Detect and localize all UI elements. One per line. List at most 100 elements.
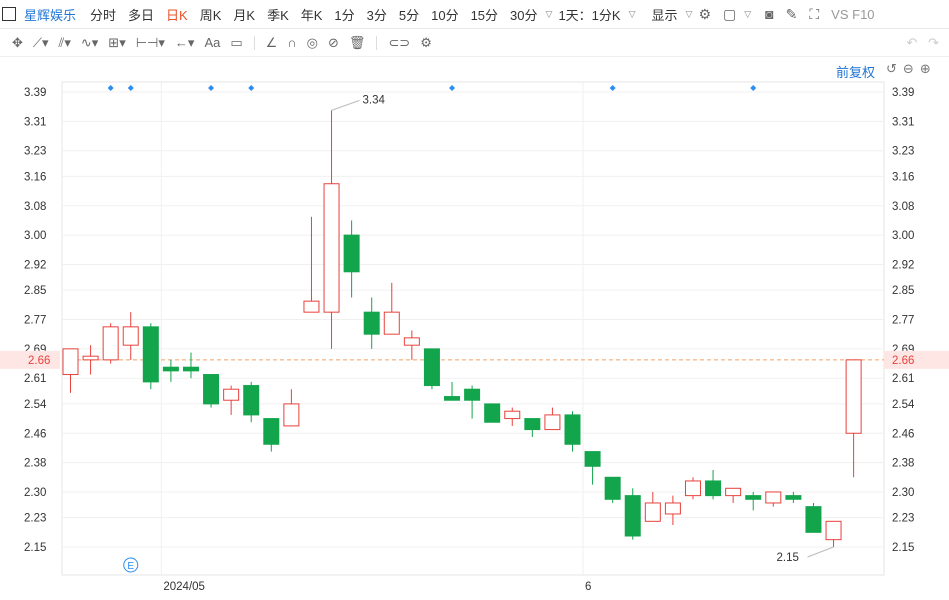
event-marker[interactable] [127, 85, 134, 91]
wave-tool-icon[interactable]: ∿▾ [76, 35, 103, 51]
move-icon[interactable]: ✥ [0, 35, 28, 51]
reset-icon[interactable]: ↺ [886, 61, 897, 77]
candle-body[interactable] [263, 418, 280, 445]
candle-body[interactable] [403, 337, 420, 346]
link-icon[interactable]: ⊂⊃ [383, 35, 415, 51]
line-tool-icon[interactable]: ⟋▾ [28, 35, 54, 51]
settings-icon[interactable]: ⚙ [415, 35, 437, 51]
period-tab[interactable]: 1分 [328, 5, 360, 24]
channel-tool-icon[interactable]: ⫽▾ [54, 35, 76, 51]
settings-gear-icon[interactable]: ⚙ [692, 6, 717, 23]
period-tab[interactable]: 多日 [122, 5, 160, 24]
candle-body[interactable] [464, 388, 481, 401]
period-tab[interactable]: 15分 [465, 5, 504, 24]
zoom-in-icon[interactable]: ⊕ [920, 61, 931, 77]
candle-body[interactable] [705, 480, 722, 497]
candle-body[interactable] [62, 348, 79, 376]
candle-body[interactable] [484, 403, 501, 423]
event-marker[interactable] [449, 85, 456, 91]
text-tool[interactable]: Aa [199, 35, 225, 50]
chevron-down-icon[interactable]: ▽ [744, 9, 751, 20]
candle-body[interactable] [544, 414, 561, 431]
period-tab[interactable]: 年K [295, 5, 329, 24]
period-tab[interactable]: 10分 [425, 5, 464, 24]
window-icon[interactable]: ▢ [717, 6, 742, 23]
candle-body[interactable] [805, 506, 822, 533]
candle-body[interactable] [423, 348, 440, 387]
candle-body[interactable] [725, 487, 742, 497]
candle-body[interactable] [223, 388, 240, 401]
candle-body[interactable] [644, 502, 661, 522]
trash-icon[interactable]: 🗑 [344, 35, 371, 51]
candle-body[interactable] [504, 410, 521, 420]
period-tab[interactable]: 分时 [84, 5, 122, 24]
candle-body[interactable] [383, 311, 400, 335]
candle-body[interactable] [343, 234, 360, 273]
candle-body[interactable] [182, 366, 199, 372]
candle-body[interactable] [203, 374, 220, 405]
candle-body[interactable] [323, 183, 340, 313]
candle-body[interactable] [825, 520, 842, 541]
candle-body[interactable] [604, 476, 621, 500]
chevron-down-icon[interactable]: ▽ [686, 9, 693, 20]
y-tick-label-right: 2.85 [892, 285, 914, 297]
eye-icon[interactable]: ◎ [302, 35, 323, 51]
candle-body[interactable] [243, 385, 260, 416]
period-tab[interactable]: 月K [227, 5, 261, 24]
period-tab[interactable]: 季K [261, 5, 295, 24]
candle-body[interactable] [564, 414, 581, 445]
candle-body[interactable] [845, 359, 862, 434]
comment-icon[interactable]: ▭ [225, 35, 247, 51]
candle-body[interactable] [363, 311, 380, 335]
candlestick-chart[interactable]: 3.39 3.39 3.31 3.31 3.23 3.23 3.16 3.16 3.08 3.08… [0, 78, 949, 600]
candle-body[interactable] [283, 403, 300, 427]
candle-body[interactable] [122, 326, 139, 346]
chevron-down-icon[interactable]: ▽ [629, 9, 636, 20]
period-tab[interactable]: 周K [194, 5, 228, 24]
candle-body[interactable] [82, 355, 99, 361]
y-tick-label-left: 2.38 [24, 458, 46, 470]
y-tick-label-right: 2.30 [892, 487, 914, 499]
candle-body[interactable] [745, 495, 762, 500]
fib-tool-icon[interactable]: ⊞▾ [103, 35, 130, 51]
event-marker[interactable] [107, 85, 114, 91]
camera-icon[interactable]: ◙ [759, 6, 779, 22]
panel-toggle-icon[interactable] [2, 7, 16, 21]
stock-name[interactable]: 星辉娱乐 [20, 5, 84, 24]
period-tab[interactable]: 3分 [361, 5, 393, 24]
candle-body[interactable] [162, 366, 179, 372]
display-select[interactable]: 显示 [646, 5, 684, 24]
candle-body[interactable] [664, 502, 681, 515]
event-marker[interactable] [208, 85, 215, 91]
event-marker[interactable] [248, 85, 255, 91]
low-leader-line [807, 546, 834, 558]
candle-body[interactable] [524, 418, 541, 431]
measure-tool-icon[interactable]: ⊢⊣▾ [131, 35, 170, 51]
fullscreen-icon[interactable]: ⛶ [803, 6, 825, 23]
zoom-out-icon[interactable]: ⊖ [903, 61, 914, 77]
candle-body[interactable] [584, 451, 601, 467]
event-marker[interactable] [750, 85, 757, 91]
event-marker[interactable] [609, 85, 616, 91]
candle-body[interactable] [102, 326, 119, 361]
magnet-icon[interactable]: ∩ [282, 35, 301, 50]
candle-body[interactable] [142, 326, 159, 383]
candle-body[interactable] [624, 495, 641, 537]
period-tab[interactable]: 30分 [504, 5, 543, 24]
period-tab[interactable]: 日K [160, 5, 194, 24]
high-price-label: 3.34 [363, 94, 386, 106]
candle-body[interactable] [785, 495, 802, 500]
angle-icon[interactable]: ∠ [261, 35, 283, 51]
candle-body[interactable] [684, 480, 701, 497]
f10-button[interactable]: VS F10 [825, 7, 880, 22]
multi-period-select[interactable]: 1天：1分K [552, 5, 626, 24]
candle-body[interactable] [444, 396, 461, 401]
candle-body[interactable] [303, 300, 320, 313]
arrow-tool-icon[interactable]: ←▾ [170, 35, 200, 51]
undo-redo-icon[interactable]: ↶ ↷ [906, 35, 949, 51]
candle-body[interactable] [765, 491, 782, 504]
pencil-icon[interactable]: ✎ [780, 6, 804, 23]
chevron-down-icon[interactable]: ▽ [546, 9, 553, 20]
hide-icon[interactable]: ⊘ [323, 35, 344, 51]
period-tab[interactable]: 5分 [393, 5, 425, 24]
